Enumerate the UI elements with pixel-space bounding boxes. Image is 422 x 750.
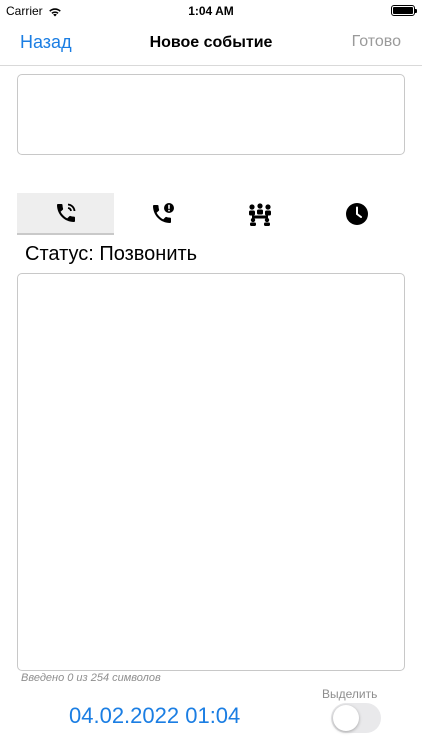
done-button[interactable]: Готово: [352, 33, 401, 51]
segment-meeting[interactable]: [211, 193, 308, 235]
navigation-bar: Назад Новое событие Готово: [0, 24, 422, 66]
character-counter: Введено 0 из 254 символов: [21, 672, 161, 684]
segment-call-alert[interactable]: [114, 193, 211, 235]
description-input[interactable]: [17, 273, 405, 671]
meeting-icon: [248, 203, 271, 226]
date-time-button[interactable]: 04.02.2022 01:04: [69, 703, 240, 729]
status-bar: Carrier 1:04 AM: [0, 0, 422, 24]
battery-icon: [391, 5, 417, 16]
highlight-toggle[interactable]: [331, 703, 381, 733]
clock-icon: [345, 203, 368, 225]
segment-call[interactable]: [17, 193, 114, 235]
toggle-knob: [333, 705, 359, 731]
event-title-input[interactable]: [17, 74, 405, 155]
highlight-label: Выделить: [322, 687, 378, 701]
status-label: Статус: Позвонить: [25, 243, 198, 265]
segment-scheduled[interactable]: [308, 193, 405, 235]
clock-time: 1:04 AM: [188, 4, 234, 18]
phone-alert-icon: [152, 203, 174, 223]
phone-call-icon: [56, 203, 75, 222]
status-segmented-control: [17, 193, 405, 235]
